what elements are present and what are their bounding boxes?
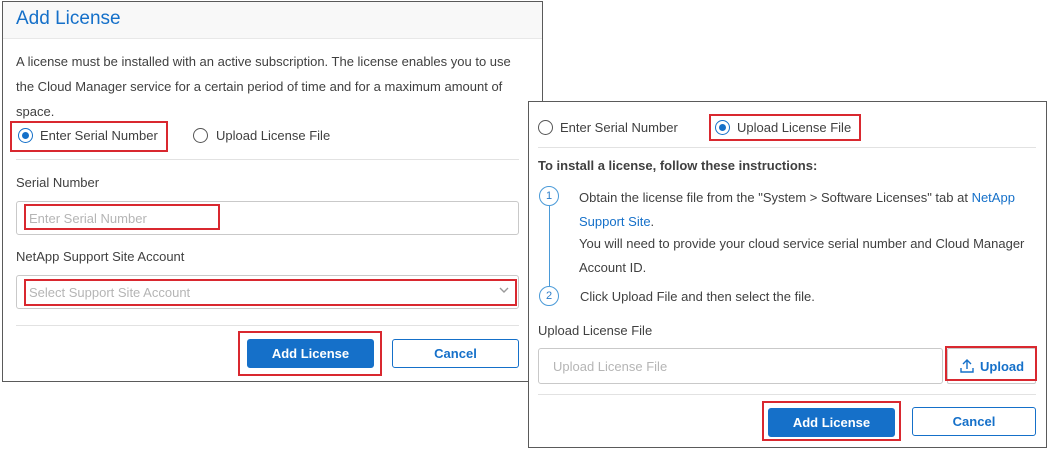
radio-upload-license-file-label[interactable]: Upload License File xyxy=(737,120,851,135)
upload-button-label: Upload xyxy=(980,359,1025,374)
add-license-dialog-serial: Add License A license must be installed … xyxy=(2,1,543,382)
radio-upload-license-file-label[interactable]: Upload License File xyxy=(216,128,330,143)
add-license-button[interactable]: Add License xyxy=(247,339,374,368)
radio-serial-number[interactable] xyxy=(18,128,33,143)
divider xyxy=(16,325,519,326)
upload-license-file-label: Upload License File xyxy=(538,323,653,338)
step-2-text: Click Upload File and then select the fi… xyxy=(580,289,815,304)
add-license-dialog-upload: Enter Serial Number Upload License File … xyxy=(528,101,1047,448)
chevron-down-icon xyxy=(499,287,509,293)
instructions-title: To install a license, follow these instr… xyxy=(538,158,818,173)
divider xyxy=(538,147,1036,148)
step-1-number: 1 xyxy=(539,186,559,206)
step-1-extra-text: You will need to provide your cloud serv… xyxy=(579,236,1025,275)
support-site-account-placeholder: Select Support Site Account xyxy=(29,285,191,300)
cancel-button[interactable]: Cancel xyxy=(392,339,519,368)
dialog-title: Add License xyxy=(16,8,121,29)
step-2-number: 2 xyxy=(539,286,559,306)
serial-number-input[interactable] xyxy=(16,201,519,235)
divider xyxy=(538,394,1036,395)
dialog-description: A license must be installed with an acti… xyxy=(16,54,511,119)
radio-upload-license-file[interactable] xyxy=(715,120,730,135)
cancel-button[interactable]: Cancel xyxy=(912,407,1036,436)
support-site-account-select[interactable]: Select Support Site Account xyxy=(16,275,519,309)
radio-serial-number-label[interactable]: Enter Serial Number xyxy=(560,120,678,135)
upload-license-file-input[interactable] xyxy=(538,348,943,384)
dialog-header: Add License xyxy=(3,2,542,39)
serial-number-label: Serial Number xyxy=(16,175,100,190)
radio-serial-number-label[interactable]: Enter Serial Number xyxy=(40,128,158,143)
step-1-text: Obtain the license file from the "System… xyxy=(579,190,1015,229)
radio-upload-license-file[interactable] xyxy=(193,128,208,143)
add-license-button[interactable]: Add License xyxy=(768,408,895,437)
upload-button[interactable]: Upload xyxy=(947,348,1036,384)
support-site-account-label: NetApp Support Site Account xyxy=(16,249,185,264)
radio-serial-number[interactable] xyxy=(538,120,553,135)
upload-icon xyxy=(960,359,974,373)
step-connector xyxy=(549,206,550,286)
divider xyxy=(16,159,519,160)
